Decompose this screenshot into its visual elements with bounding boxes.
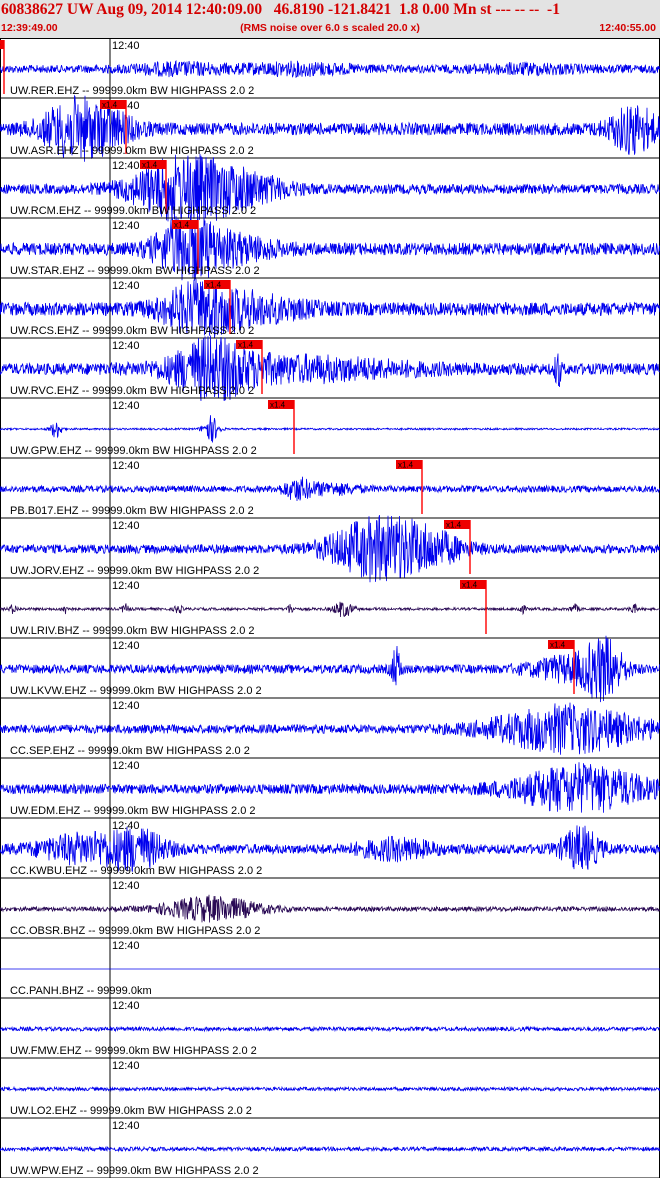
station-label: UW.JORV.EHZ -- 99999.0km BW HIGHPASS 2.0… (10, 565, 259, 577)
pick-label: x1.4 (206, 281, 222, 290)
pick-label: x1.4 (142, 161, 158, 170)
pick-label: x1.4 (462, 581, 478, 590)
trace-13: 12:40 UW.EDM.EHZ -- 99999.0km BW HIGHPASS… (0, 757, 660, 817)
minute-tick-label: 12:40 (112, 700, 140, 712)
station-label: CC.SEP.EHZ -- 99999.0km BW HIGHPASS 2.0 … (10, 745, 250, 757)
minute-tick-label: 12:40 (112, 580, 140, 592)
waveform (0, 476, 660, 502)
minute-tick-label: 12:40 (112, 820, 140, 832)
station-label: UW.RVC.EHZ -- 99999.0km BW HIGHPASS 2.0 … (10, 385, 254, 397)
station-label: UW.RER.EHZ -- 99999.0km BW HIGHPASS 2.0 … (10, 85, 254, 97)
station-label: UW.WPW.EHZ -- 99999.0km BW HIGHPASS 2.0 … (10, 1165, 259, 1177)
station-label: UW.FMW.EHZ -- 99999.0km BW HIGHPASS 2.0 … (10, 1045, 257, 1057)
seismogram-plot: 12:400UW.RER.EHZ -- 99999.0km BW HIGHPAS… (0, 38, 660, 1178)
pick-label: x1.4 (550, 641, 566, 650)
trace-2: 12:40x1.4UW.ASR.EHZ -- 99999.0km BW HIGH… (0, 94, 660, 162)
pick-label: x1.4 (102, 101, 118, 110)
minute-tick-label: 12:40 (112, 400, 140, 412)
waveform (0, 415, 660, 443)
trace-10: 12:40 x1.4 UW.LRIV.BHZ -- 99999.0km BW HIG… (0, 577, 660, 637)
trace-14: 12:40 CC.KWBU.EHZ -- 99999.0km BW HIGHPAS… (0, 817, 660, 877)
station-label: CC.KWBU.EHZ -- 99999.0km BW HIGHPASS 2.0… (10, 865, 262, 877)
waveform (0, 59, 660, 78)
pick-label: x1.4 (398, 461, 414, 470)
waveform (0, 1025, 660, 1033)
trace-17: 12:40 UW.FMW.EHZ -- 99999.0km BW HIGHPASS… (0, 997, 660, 1057)
minute-tick-label: 12:40 (112, 340, 140, 352)
event-title: 60838627 UW Aug 09, 2014 12:40:09.00 46.… (1, 1, 560, 18)
station-label: UW.RCS.EHZ -- 99999.0km BW HIGHPASS 2.0 … (10, 325, 254, 337)
trace-5: 12:40 x1.4 UW.RCS.EHZ -- 99999.0km BW HIGH… (0, 277, 660, 338)
station-label: UW.STAR.EHZ -- 99999.0km BW HIGHPASS 2.0… (10, 265, 260, 277)
trace-16: 12:40 CC.PANH.BHZ -- 99999.0km (0, 937, 660, 997)
pick-box (0, 40, 4, 49)
minute-tick-label: 12:40 (112, 880, 140, 892)
minute-tick-label: 12:40 (112, 1000, 140, 1012)
waveform (0, 601, 660, 618)
trace-18: 12:40 UW.LO2.EHZ -- 99999.0km BW HIGHPASS… (0, 1057, 660, 1117)
minute-tick-label: 12:40 (112, 940, 140, 952)
trace-8: 12:40 x1.4 PB.B017.EHZ -- 99999.0km BW HIG… (0, 457, 660, 517)
minute-tick-label: 12:40 (112, 220, 140, 232)
minute-tick-label: 12:40 (112, 280, 140, 292)
station-label: UW.GPW.EHZ -- 99999.0km BW HIGHPASS 2.0 … (10, 445, 257, 457)
end-time: 12:40:55.00 (599, 22, 656, 34)
trace-7: 12:40 x1.4 UW.GPW.EHZ -- 99999.0km BW HIGH… (0, 397, 660, 457)
trace-3: 12:40 x1.4 UW.RCM.EHZ -- 99999.0km BW HIGH… (0, 153, 660, 222)
station-label: CC.PANH.BHZ -- 99999.0km (10, 985, 152, 997)
waveform (0, 1085, 660, 1093)
trace-19: 12:40 UW.WPW.EHZ -- 99999.0km BW HIGHPASS… (0, 1117, 660, 1177)
trace-4: 12:40 x1.4 UW.STAR.EHZ -- 99999.0km BW HIG… (0, 213, 660, 281)
station-label: UW.LKVW.EHZ -- 99999.0km BW HIGHPASS 2.0… (10, 685, 262, 697)
minute-tick-label: 12:40 (112, 640, 140, 652)
trace-6: 12:40 x1.4 UW.RVC.EHZ -- 99999.0km BW HIGH… (0, 335, 660, 401)
pick-label: x1.4 (174, 221, 190, 230)
trace-11: 12:40 x1.4 UW.LKVW.EHZ -- 99999.0km BW HIG… (0, 635, 660, 703)
waveform (0, 1145, 660, 1153)
pick-label: x1.4 (270, 401, 286, 410)
minute-tick-label: 12:40 (112, 1060, 140, 1072)
minute-tick-label: 12:40 (112, 40, 140, 52)
minute-tick-label: 12:40 (112, 1120, 140, 1132)
trace-9: 12:40 x1.4 UW.JORV.EHZ -- 99999.0km BW HIG… (0, 514, 660, 583)
station-label: UW.EDM.EHZ -- 99999.0km BW HIGHPASS 2.0 … (10, 805, 256, 817)
pick-label: x1.4 (238, 341, 254, 350)
trace-15: 12:40 CC.OBSR.BHZ -- 99999.0km BW HIGHPAS… (0, 877, 660, 937)
minute-tick-label: 12:40 (112, 760, 140, 772)
rms-note: (RMS noise over 6.0 s scaled 20.0 x) (240, 22, 420, 34)
trace-1: 12:400UW.RER.EHZ -- 99999.0km BW HIGHPAS… (0, 40, 660, 97)
waveform (0, 894, 660, 923)
station-label: CC.OBSR.BHZ -- 99999.0km BW HIGHPASS 2.0… (10, 925, 260, 937)
trace-12: 12:40 CC.SEP.EHZ -- 99999.0km BW HIGHPASS… (0, 697, 660, 757)
station-label: UW.RCM.EHZ -- 99999.0km BW HIGHPASS 2.0 … (10, 205, 256, 217)
station-label: PB.B017.EHZ -- 99999.0km BW HIGHPASS 2.0… (10, 505, 254, 517)
minute-tick-label: 12:40 (112, 520, 140, 532)
station-label: UW.LRIV.BHZ -- 99999.0km BW HIGHPASS 2.0… (10, 625, 255, 637)
header-bar: 60838627 UW Aug 09, 2014 12:40:09.00 46.… (0, 0, 660, 38)
minute-tick-label: 12:40 (112, 460, 140, 472)
pick-label: x1.4 (446, 521, 462, 530)
station-label: UW.ASR.EHZ -- 99999.0km BW HIGHPASS 2.0 … (10, 145, 254, 157)
minute-tick-label: 12:40 (112, 160, 140, 172)
station-label: UW.LO2.EHZ -- 99999.0km BW HIGHPASS 2.0 … (10, 1105, 252, 1117)
